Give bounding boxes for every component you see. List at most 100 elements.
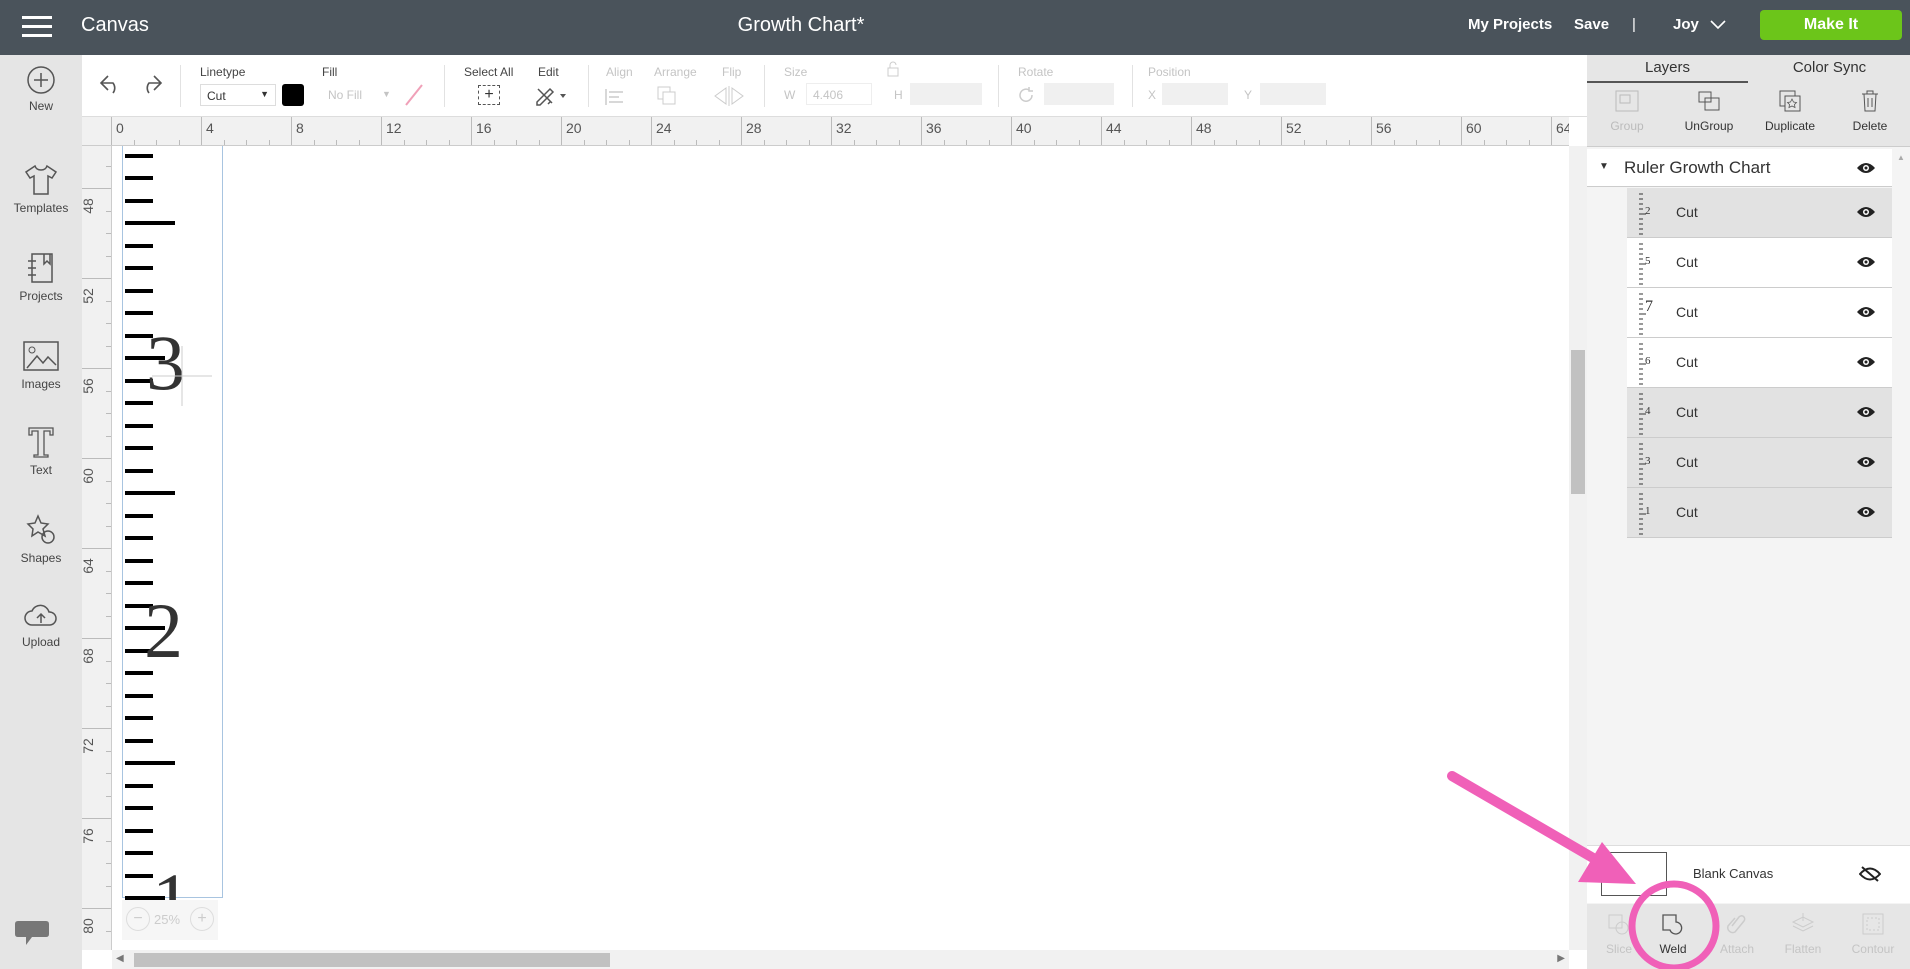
scrollbar-thumb[interactable]	[1571, 350, 1585, 494]
tool-label: Group	[1610, 119, 1644, 133]
vertical-scrollbar[interactable]	[1569, 146, 1587, 950]
contour-button[interactable]: Contour	[1841, 912, 1905, 956]
scroll-right-arrow-icon[interactable]: ▶	[1557, 953, 1565, 964]
save-link[interactable]: Save	[1574, 16, 1609, 33]
eye-icon[interactable]	[1856, 305, 1876, 319]
growth-chart-tick	[125, 581, 153, 585]
left-sidebar: New Templates Projects Images Text Shape…	[0, 55, 82, 969]
redo-icon[interactable]	[138, 73, 164, 95]
sidebar-item-images[interactable]: Images	[0, 339, 82, 391]
ruler-growth-chart-object[interactable]	[122, 146, 223, 900]
linetype-color-swatch[interactable]	[282, 84, 304, 106]
eye-icon[interactable]	[1856, 255, 1876, 269]
dropdown-arrow-icon: ▼	[260, 89, 269, 99]
layer-group-row[interactable]: ▼ Ruler Growth Chart	[1587, 149, 1892, 187]
tab-color-sync[interactable]: Color Sync	[1749, 59, 1910, 76]
scroll-left-arrow-icon[interactable]: ◀	[116, 953, 124, 964]
sidebar-item-projects[interactable]: Projects	[0, 251, 82, 303]
ruler-major-tick	[1101, 117, 1102, 145]
eye-icon[interactable]	[1856, 405, 1876, 419]
dropdown-arrow-icon: ▼	[382, 89, 391, 99]
blank-canvas-swatch[interactable]	[1601, 852, 1667, 896]
ruler-major-tick	[82, 548, 111, 549]
horizontal-scrollbar[interactable]: ◀ ▶	[112, 950, 1569, 969]
ungroup-button[interactable]: UnGroup	[1669, 89, 1749, 133]
user-menu[interactable]: Joy	[1673, 16, 1699, 33]
design-canvas[interactable]: 3 2 1 − 25% +	[112, 146, 1569, 950]
eye-icon[interactable]	[1856, 455, 1876, 469]
growth-chart-tick	[125, 558, 153, 563]
layer-row[interactable]: 5 Cut	[1627, 238, 1892, 288]
group-button[interactable]: Group	[1587, 89, 1667, 133]
duplicate-button[interactable]: Duplicate	[1750, 89, 1830, 133]
select-all-button[interactable]: +	[478, 85, 500, 105]
rotate-label: Rotate	[1018, 65, 1054, 79]
y-position-input[interactable]	[1260, 83, 1326, 105]
fill-label: Fill	[322, 65, 338, 79]
zoom-in-button[interactable]: +	[190, 907, 214, 931]
chat-icon[interactable]	[14, 917, 50, 949]
sidebar-item-text[interactable]: Text	[0, 425, 82, 477]
eye-icon[interactable]	[1856, 205, 1876, 219]
weld-icon	[1662, 914, 1683, 935]
crosshair-cursor-icon	[152, 346, 212, 406]
no-fill-swatch-icon[interactable]	[404, 83, 424, 107]
layer-row[interactable]: 1 Cut	[1627, 488, 1892, 538]
chevron-down-icon[interactable]	[1710, 20, 1726, 30]
eye-icon[interactable]	[1856, 161, 1876, 175]
sidebar-item-shapes[interactable]: Shapes	[0, 513, 82, 565]
sidebar-label: Projects	[19, 289, 63, 303]
layer-row[interactable]: 7 Cut	[1627, 288, 1892, 338]
sidebar-item-templates[interactable]: Templates	[0, 163, 82, 215]
edit-tools-icon[interactable]	[534, 84, 568, 106]
ruler-label: 16	[476, 120, 492, 136]
ruler-major-tick	[201, 117, 202, 145]
sidebar-label: Shapes	[20, 551, 62, 565]
text-icon	[28, 427, 54, 458]
eye-icon[interactable]	[1856, 355, 1876, 369]
lock-icon[interactable]	[886, 61, 900, 77]
sidebar-label: Images	[21, 377, 61, 391]
delete-button[interactable]: Delete	[1830, 89, 1910, 133]
width-input[interactable]: 4.406	[806, 83, 872, 105]
undo-icon[interactable]	[98, 73, 124, 95]
layer-row[interactable]: 3 Cut	[1627, 438, 1892, 488]
height-input[interactable]	[910, 83, 982, 105]
ruler-label: 64	[1556, 120, 1569, 136]
ruler-label: 72	[82, 738, 96, 754]
collapse-arrow-icon[interactable]: ▼	[1599, 161, 1609, 172]
ruler-label: 56	[82, 378, 96, 394]
sidebar-item-upload[interactable]: Upload	[0, 601, 82, 649]
layer-thumb-number: 1	[1645, 505, 1651, 517]
scrollbar-thumb[interactable]	[134, 953, 610, 967]
flatten-button[interactable]: Flatten	[1771, 912, 1835, 956]
x-position-input[interactable]	[1162, 83, 1228, 105]
flip-icon	[714, 86, 744, 106]
panel-scrollbar[interactable]: ▲▼	[1892, 149, 1910, 891]
layer-row[interactable]: 6 Cut	[1627, 338, 1892, 388]
tab-layers[interactable]: Layers	[1587, 59, 1748, 83]
weld-button[interactable]: Weld	[1641, 912, 1705, 956]
blank-canvas-row[interactable]: Blank Canvas	[1587, 845, 1910, 903]
size-label: Size	[784, 65, 808, 79]
eye-hidden-icon[interactable]	[1859, 866, 1881, 882]
rotate-input[interactable]	[1044, 83, 1114, 105]
duplicate-icon	[1779, 90, 1801, 112]
sidebar-item-new[interactable]: New	[0, 65, 82, 113]
make-it-button[interactable]: Make It	[1760, 10, 1902, 40]
growth-chart-tick	[125, 738, 153, 743]
linetype-select[interactable]: Cut ▼	[200, 84, 276, 106]
eye-icon[interactable]	[1856, 505, 1876, 519]
layer-row[interactable]: 4 Cut	[1627, 388, 1892, 438]
my-projects-link[interactable]: My Projects	[1468, 16, 1552, 33]
tool-label: Flatten	[1784, 942, 1822, 956]
ruler-major-tick	[561, 117, 562, 145]
fill-select[interactable]: No Fill	[328, 88, 362, 102]
attach-button[interactable]: Attach	[1705, 912, 1769, 956]
zoom-out-button[interactable]: −	[126, 907, 150, 931]
layer-row[interactable]: 2 Cut	[1627, 188, 1892, 238]
tool-label: Weld	[1659, 942, 1687, 956]
ruler-label: 52	[82, 288, 96, 304]
layers-panel: Layers Color Sync Group UnGroup Duplicat…	[1587, 55, 1910, 969]
scroll-up-arrow-icon[interactable]: ▲	[1897, 153, 1905, 162]
